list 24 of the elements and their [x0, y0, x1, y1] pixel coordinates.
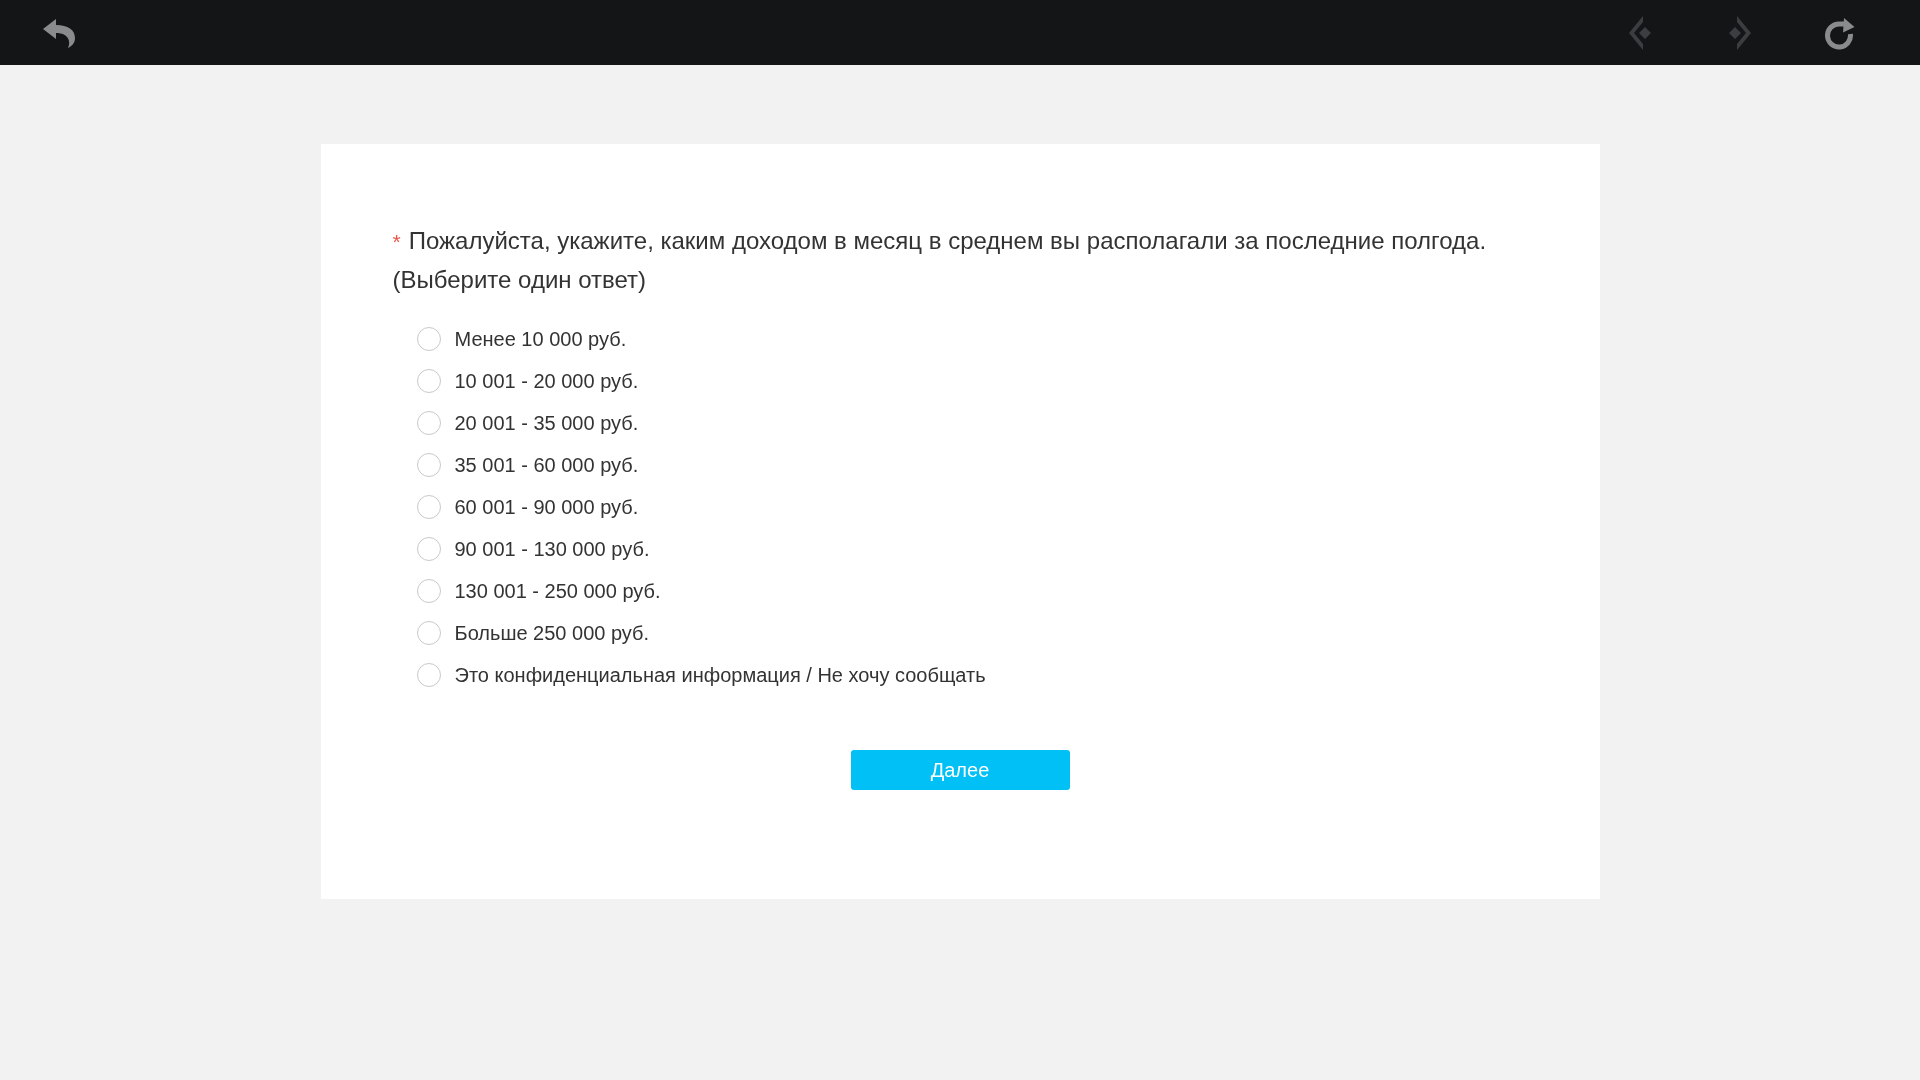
radio-button[interactable] — [416, 453, 441, 477]
option-label: 10 001 - 20 000 руб. — [454, 369, 639, 393]
option-label: 130 001 - 250 000 руб. — [454, 579, 661, 603]
question-text: Пожалуйста, укажите, каким доходом в месяц в среднем вы располагали за последние полгода. — [408, 226, 1487, 256]
option-label: Менее 10 000 руб. — [454, 327, 627, 351]
radio-button[interactable] — [416, 369, 441, 393]
option-label: 90 001 - 130 000 руб. — [454, 537, 650, 561]
question-hint: (Выберите один ответ) — [392, 265, 647, 295]
next-button[interactable]: Далее — [850, 750, 1070, 790]
option-label: Это конфиденциальная информация / Не хочу сообщать — [454, 663, 986, 687]
radio-button[interactable] — [416, 411, 441, 435]
radio-button[interactable] — [416, 663, 441, 687]
radio-button[interactable] — [416, 621, 441, 645]
radio-button[interactable] — [416, 537, 441, 561]
option-label: 20 001 - 35 000 руб. — [454, 411, 639, 435]
option-label: 35 001 - 60 000 руб. — [454, 453, 639, 477]
radio-button[interactable] — [416, 495, 441, 519]
option-label: Больше 250 000 руб. — [454, 621, 650, 645]
back-arrow-icon[interactable] — [43, 17, 75, 48]
required-mark: * — [392, 229, 401, 255]
radio-button[interactable] — [416, 327, 441, 351]
radio-button[interactable] — [416, 579, 441, 603]
option-label: 60 001 - 90 000 руб. — [454, 495, 639, 519]
reload-icon[interactable] — [1825, 17, 1855, 50]
